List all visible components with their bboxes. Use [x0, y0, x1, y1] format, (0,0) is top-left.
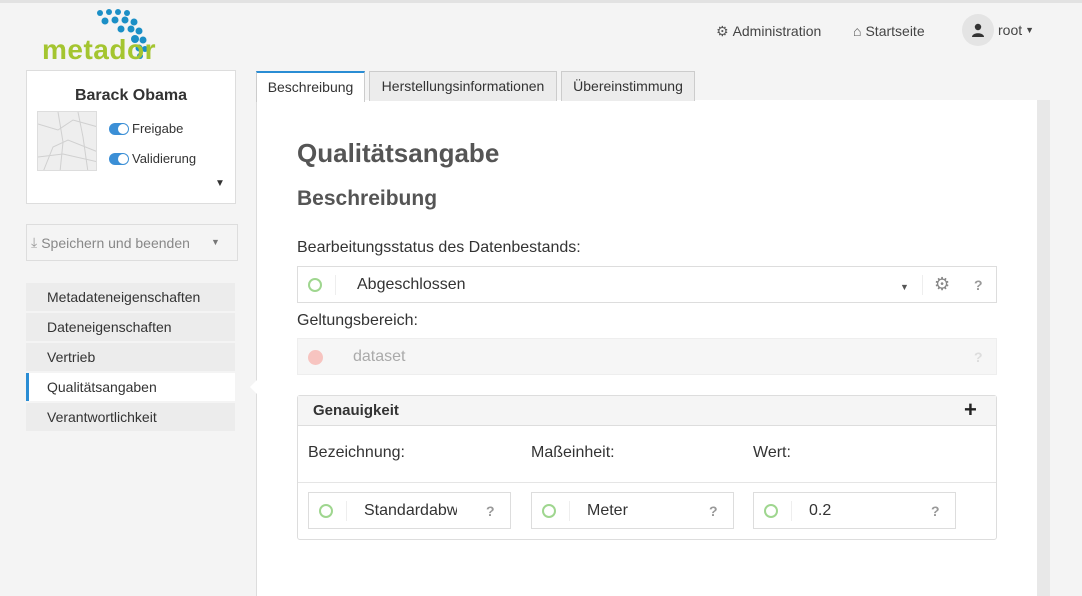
scope-label: Geltungsbereich:: [297, 312, 418, 329]
name-value: Standardabweichung: [364, 502, 457, 519]
logo-text: metador: [42, 34, 156, 65]
field-separator: [569, 501, 570, 521]
sidebar-item-label: Dateneigenschaften: [47, 319, 172, 335]
accuracy-panel: Genauigkeit + Bezeichnung: Maßeinheit: W…: [297, 395, 997, 540]
active-pointer: [250, 379, 258, 395]
toggle-switch[interactable]: [109, 152, 129, 165]
field-separator: [346, 501, 347, 521]
help-icon[interactable]: ?: [486, 503, 495, 519]
tab-production-info[interactable]: Herstellungsinformationen: [369, 71, 557, 101]
accuracy-title: Genauigkeit: [313, 402, 399, 419]
gear-icon[interactable]: ⚙: [934, 274, 950, 295]
chevron-down-icon[interactable]: ▼: [215, 178, 225, 189]
home-icon: ⌂: [853, 23, 862, 39]
sidebar-item-data-properties[interactable]: Dateneigenschaften: [26, 313, 235, 341]
tab-description[interactable]: Beschreibung: [256, 71, 365, 102]
sidebar-item-distribution[interactable]: Vertrieb: [26, 343, 235, 371]
name-input[interactable]: Standardabweichung ?: [308, 492, 511, 529]
sidebar-item-label: Verantwortlichkeit: [47, 409, 157, 425]
user-menu[interactable]: root ▼: [962, 14, 1034, 46]
download-icon: ⤓: [31, 234, 38, 250]
sidebar-item-metadata-properties[interactable]: Metadateneigenschaften: [26, 283, 235, 311]
profile-card: Barack Obama Freigabe Validierung ▼: [26, 70, 236, 204]
column-label-unit: Maßeinheit:: [531, 444, 615, 461]
divider: [298, 482, 996, 483]
sidebar-item-label: Metadateneigenschaften: [47, 289, 201, 305]
scope-field: dataset ?: [297, 338, 997, 375]
valid-circle-icon: [542, 504, 556, 518]
validation-toggle[interactable]: Validierung: [109, 151, 196, 166]
help-icon[interactable]: ?: [709, 503, 718, 519]
chevron-down-icon: ▼: [1025, 25, 1035, 35]
field-separator: [335, 275, 336, 295]
save-and-close-button[interactable]: ⤓ Speichern und beenden ▼: [26, 224, 238, 261]
section-title: Beschreibung: [297, 187, 438, 210]
scope-value: dataset: [353, 348, 406, 365]
sidebar-item-quality[interactable]: Qualitätsangaben: [26, 373, 235, 401]
release-toggle[interactable]: Freigabe: [109, 121, 183, 136]
column-label-value: Wert:: [753, 444, 791, 461]
unit-input[interactable]: Meter ?: [531, 492, 734, 529]
chevron-down-icon[interactable]: ▼: [211, 237, 220, 247]
add-icon[interactable]: +: [964, 397, 977, 423]
help-icon[interactable]: ?: [931, 503, 940, 519]
valid-circle-icon: [764, 504, 778, 518]
scrollbar[interactable]: [1037, 100, 1050, 596]
tab-label: Herstellungsinformationen: [381, 78, 545, 94]
sidebar-item-responsibility[interactable]: Verantwortlichkeit: [26, 403, 235, 431]
map-icon: [38, 112, 96, 170]
status-label: Bearbeitungsstatus des Datenbestands:: [297, 239, 581, 256]
page-title: Qualitätsangabe: [297, 138, 500, 168]
admin-link[interactable]: ⚙ Administration: [716, 20, 821, 42]
validation-toggle-label: Validierung: [132, 151, 197, 166]
column-label-name: Bezeichnung:: [308, 444, 405, 461]
sidebar-item-label: Qualitätsangaben: [47, 379, 157, 395]
profile-name: Barack Obama: [74, 87, 188, 104]
chevron-down-icon[interactable]: ▼: [900, 282, 909, 292]
help-icon[interactable]: ?: [974, 277, 983, 293]
accuracy-header: Genauigkeit +: [298, 396, 996, 426]
map-thumbnail[interactable]: [37, 111, 97, 171]
toggle-switch[interactable]: [109, 122, 129, 135]
top-border: [0, 0, 1082, 3]
tab-conformance[interactable]: Übereinstimmung: [561, 71, 695, 101]
sidebar-item-label: Vertrieb: [47, 349, 96, 365]
help-icon: ?: [974, 349, 983, 365]
avatar: [962, 14, 994, 46]
value-input[interactable]: 0.2 ?: [753, 492, 956, 529]
status-select[interactable]: Abgeschlossen ▼ ⚙ ?: [297, 266, 997, 303]
field-separator: [922, 275, 923, 295]
tab-label: Beschreibung: [267, 79, 354, 95]
valid-circle-icon: [319, 504, 333, 518]
admin-link-label: Administration: [732, 23, 822, 39]
release-toggle-label: Freigabe: [132, 121, 184, 136]
status-value: Abgeschlossen: [357, 276, 466, 293]
field-separator: [791, 501, 792, 521]
gear-icon: ⚙: [716, 22, 729, 39]
home-link[interactable]: ⌂ Startseite: [853, 20, 925, 42]
valid-circle-icon: [308, 278, 322, 292]
unit-value: Meter: [587, 502, 628, 519]
save-button-label: Speichern und beenden: [41, 234, 190, 251]
value-value: 0.2: [809, 502, 832, 519]
tab-label: Übereinstimmung: [573, 78, 683, 94]
invalid-circle-icon: [308, 350, 323, 365]
user-icon: [972, 23, 984, 37]
home-link-label: Startseite: [865, 23, 925, 39]
logo[interactable]: metador: [40, 8, 170, 65]
user-name: root: [998, 22, 1023, 38]
